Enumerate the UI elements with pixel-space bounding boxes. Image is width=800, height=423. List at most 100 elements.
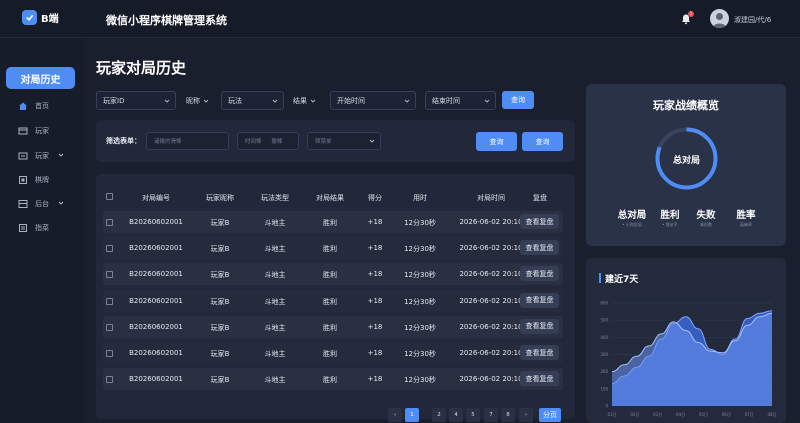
table-cell: 胜利 — [323, 376, 337, 385]
x-tick-label: 03日 — [653, 412, 662, 417]
start-time-select[interactable]: 开始时间 — [330, 91, 416, 110]
view-replay-button[interactable]: 查看复盘 — [520, 240, 559, 256]
table-cell: 胜利 — [323, 271, 337, 280]
view-replay-button[interactable]: 查看复盘 — [520, 345, 559, 360]
chevron-down-icon[interactable] — [58, 200, 64, 206]
row-checkbox[interactable] — [106, 245, 113, 253]
column-header: 玩家昵称 — [206, 194, 234, 202]
end-time-select[interactable]: 结束时间 — [425, 91, 496, 110]
recent-area-chart: 0 100 200 300 400 500 600 01日 02日 03日 04日 05日 06日 07日… — [600, 301, 776, 418]
table-cell: 玩家B — [210, 323, 230, 332]
filter-query-button-1[interactable]: 查询 — [476, 132, 517, 151]
table-cell: 玩家B — [210, 297, 230, 306]
pagination-next[interactable]: › — [519, 408, 533, 422]
pagination-page[interactable]: 4 — [449, 408, 463, 422]
x-tick-label: 02日 — [630, 412, 639, 417]
x-tick-label: 04日 — [676, 412, 685, 417]
row-checkbox[interactable] — [106, 376, 113, 384]
y-tick-label: 0 — [605, 404, 608, 409]
table-cell: 玩家B — [210, 376, 230, 385]
table-cell: +18 — [367, 349, 383, 357]
table-cell: 胜利 — [323, 297, 337, 306]
user-name[interactable]: 淑建园/代/6 — [734, 15, 771, 25]
stat-win-sub: • 胜抗手 — [662, 222, 678, 227]
system-title: 微信小程序棋牌管理系统 — [106, 14, 227, 27]
filter-input-1[interactable]: 诸输的滑棒 — [146, 132, 229, 150]
filter-form-label: 筛选表单： — [106, 137, 141, 145]
view-replay-button[interactable]: 查看复盘 — [520, 214, 559, 229]
row-checkbox[interactable] — [106, 297, 113, 305]
x-tick-label: 08日 — [767, 412, 776, 417]
sidebar-item-admin[interactable]: 后台 — [18, 197, 49, 211]
pagination-page[interactable]: 7 — [484, 408, 498, 422]
view-replay-button[interactable]: 查看复盘 — [520, 292, 559, 308]
overview-title: 玩家战绩概览 — [653, 99, 719, 112]
sidebar-item-label: 指菜 — [35, 224, 49, 232]
sidebar-item-match-history[interactable]: 对局历史 — [6, 67, 75, 89]
nickname-filter[interactable]: 昵称 — [186, 91, 209, 110]
y-tick-label: 200 — [600, 369, 608, 374]
select-all-checkbox[interactable] — [106, 193, 113, 200]
pagination-page[interactable]: 8 — [501, 408, 515, 422]
table-cell: +18 — [367, 270, 383, 279]
menu-icon — [19, 224, 27, 232]
filter-input-2-placeholder: 时间棒 — [245, 139, 262, 145]
sidebar-item-player-group[interactable]: 玩家 — [18, 149, 49, 163]
play-type-select[interactable]: 玩法 — [221, 91, 284, 110]
column-header: 对局编号 — [142, 194, 170, 202]
pagination-page[interactable]: 2 — [432, 408, 446, 422]
player-id-select[interactable]: 玩家ID — [96, 91, 176, 110]
filter-select-3-placeholder: 筛菜单 — [315, 139, 332, 145]
view-replay-button[interactable]: 查看复盘 — [520, 371, 559, 387]
row-checkbox[interactable] — [106, 271, 113, 279]
table-cell: 玩家B — [210, 350, 230, 358]
table-cell: 斗地主 — [264, 376, 286, 385]
table-cell: +18 — [367, 322, 383, 331]
chevron-down-icon[interactable] — [58, 152, 64, 158]
stat-total-label: 总对局 — [617, 210, 647, 221]
column-header: 得分 — [368, 194, 382, 202]
result-filter[interactable]: 结果 — [293, 91, 316, 110]
sidebar-item-menu[interactable]: 指菜 — [18, 221, 49, 235]
column-header: 对局结果 — [316, 194, 344, 202]
pagination-page-current[interactable]: 1 — [405, 408, 419, 422]
table-cell: 胜利 — [323, 245, 337, 254]
view-replay-button[interactable]: 查看复盘 — [520, 318, 559, 334]
table-cell: 12分30秒 — [404, 350, 436, 358]
app-logo[interactable]: B端 — [22, 10, 59, 25]
row-checkbox[interactable] — [106, 350, 113, 357]
sidebar-item-chess[interactable]: 棋牌 — [18, 173, 49, 187]
column-header: 用时 — [413, 194, 427, 202]
sidebar-item-label: 玩家 — [35, 152, 49, 160]
row-checkbox[interactable] — [106, 219, 113, 226]
table-cell: +18 — [367, 375, 383, 384]
view-replay-button[interactable]: 查看复盘 — [520, 266, 559, 282]
x-tick-label: 01日 — [607, 412, 616, 417]
end-time-label: 结束时间 — [432, 96, 460, 105]
filter-query-button-2[interactable]: 查询 — [522, 132, 563, 151]
filter-input-2[interactable]: 时间棒 撒棒 — [237, 132, 299, 150]
sidebar-item-home[interactable]: 首页 — [18, 99, 49, 113]
start-time-label: 开始时间 — [337, 96, 365, 105]
x-tick-label: 05日 — [699, 412, 708, 417]
stat-total-sub: • 小你总局 — [622, 222, 642, 227]
y-tick-label: 400 — [600, 335, 608, 340]
pagination-jump-button[interactable]: 分页 — [539, 408, 561, 422]
sidebar: 对局历史 首页 玩家 玩家 棋牌 后台 指菜 — [0, 38, 84, 423]
chevron-down-icon — [369, 139, 375, 143]
row-checkbox[interactable] — [106, 323, 113, 331]
query-button[interactable]: 查询 — [502, 91, 534, 109]
pagination-prev[interactable]: ‹ — [388, 408, 402, 422]
pagination-page[interactable]: 5 — [466, 408, 480, 422]
table-cell: 斗地主 — [264, 323, 286, 332]
sidebar-item-player[interactable]: 玩家 — [18, 124, 49, 138]
chevron-down-icon — [404, 99, 410, 103]
top-bar: B端 微信小程序棋牌管理系统 1 淑建园/代/6 — [0, 0, 800, 38]
filter-select-3[interactable]: 筛菜单 — [307, 132, 381, 150]
chevron-down-icon — [203, 99, 209, 103]
player-id-label: 玩家ID — [103, 96, 125, 105]
avatar[interactable] — [710, 9, 729, 28]
column-header: 玩法类型 — [261, 194, 289, 202]
x-tick-label: 06日 — [722, 412, 731, 417]
home-icon — [19, 102, 27, 110]
